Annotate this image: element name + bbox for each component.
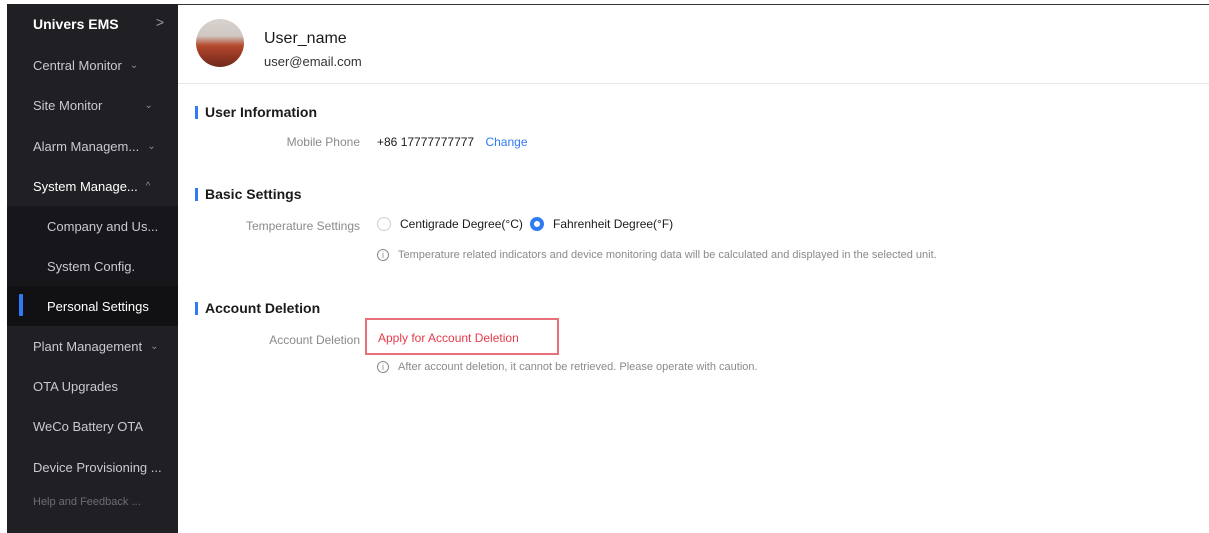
sidebar-item-personal-settings[interactable]: Personal Settings [7,286,178,326]
account-deletion-label: Account Deletion [269,333,360,347]
info-icon: i [377,249,389,261]
radio-centigrade[interactable]: Centigrade Degree(°C) [377,217,523,231]
chevron-right-icon[interactable]: > [156,14,164,30]
chevron-up-icon: ^ [145,180,151,192]
sidebar-item-label: OTA Upgrades [33,378,119,394]
sidebar-item-label: System Config. [47,258,136,274]
user-email: user@email.com [264,54,362,69]
mobile-phone-value: +86 17777777777 Change [377,135,528,149]
sidebar-item-weco-battery-ota[interactable]: WeCo Battery OTA [7,406,178,446]
chevron-down-icon: ⌄ [144,99,153,111]
sidebar-item-label: Site Monitor [33,97,103,113]
sidebar-item-label: Alarm Managem... [33,138,140,154]
active-indicator [19,294,23,316]
sidebar-item-alarm-management[interactable]: Alarm Managem... ⌄ [7,126,178,166]
sidebar: Univers EMS > Central Monitor ⌄ Site Mon… [7,4,178,533]
sidebar-item-label: Company and Us... [47,218,159,234]
divider [178,83,1209,84]
mobile-phone-label: Mobile Phone [286,135,360,149]
sidebar-item-label: Plant Management [33,338,143,354]
temperature-hint-text: Temperature related indicators and devic… [398,249,937,261]
avatar[interactable] [196,19,244,67]
radio-button-off[interactable] [377,217,391,231]
sidebar-item-site-monitor[interactable]: Site Monitor ⌄ [7,85,178,125]
sidebar-item-label: Device Provisioning ... [33,459,162,475]
user-name: User_name [264,30,347,47]
radio-label-centigrade: Centigrade Degree(°C) [400,217,523,231]
sidebar-item-label: Central Monitor [33,57,122,73]
sidebar-item-label: WeCo Battery OTA [33,418,144,434]
sidebar-item-label: Personal Settings [47,298,149,314]
chevron-down-icon: ⌄ [129,59,139,71]
sidebar-item-device-provisioning[interactable]: Device Provisioning ... [7,447,178,487]
sidebar-item-company-and-users[interactable]: Company and Us... [7,206,178,246]
radio-label-fahrenheit: Fahrenheit Degree(°F) [553,217,674,231]
change-phone-link[interactable]: Change [485,135,527,149]
mobile-phone-number: +86 17777777777 [377,135,475,149]
sidebar-brand[interactable]: Univers EMS > [7,4,178,44]
app-frame: Univers EMS > Central Monitor ⌄ Site Mon… [0,0,1209,533]
apply-account-deletion-button[interactable]: Apply for Account Deletion [365,318,559,355]
account-deletion-hint: i After account deletion, it cannot be r… [377,361,758,373]
sidebar-item-system-management[interactable]: System Manage... ^ [7,166,178,206]
sidebar-item-label: System Manage... [33,178,138,194]
chevron-down-icon: ⌄ [150,340,159,352]
radio-button-on[interactable] [530,217,544,231]
account-deletion-hint-text: After account deletion, it cannot be ret… [398,361,758,373]
section-title-basic-settings: Basic Settings [195,186,301,202]
sidebar-item-help-and-feedback[interactable]: Help and Feedback ... [7,482,178,522]
sidebar-item-plant-management[interactable]: Plant Management ⌄ [7,326,178,366]
main-content: User_name user@email.com User Informatio… [178,4,1209,533]
brand-label: Univers EMS [33,16,119,32]
temperature-hint: i Temperature related indicators and dev… [377,249,937,261]
info-icon: i [377,361,389,373]
temperature-settings-label: Temperature Settings [245,219,360,233]
section-title-account-deletion: Account Deletion [195,300,320,316]
sidebar-item-system-config[interactable]: System Config. [7,246,178,286]
sidebar-item-central-monitor[interactable]: Central Monitor ⌄ [7,45,178,85]
sidebar-item-label: Help and Feedback ... [33,496,141,508]
section-title-user-information: User Information [195,104,317,120]
sidebar-item-ota-upgrades[interactable]: OTA Upgrades [7,366,178,406]
radio-fahrenheit[interactable]: Fahrenheit Degree(°F) [530,217,673,231]
chevron-down-icon: ⌄ [147,140,156,152]
